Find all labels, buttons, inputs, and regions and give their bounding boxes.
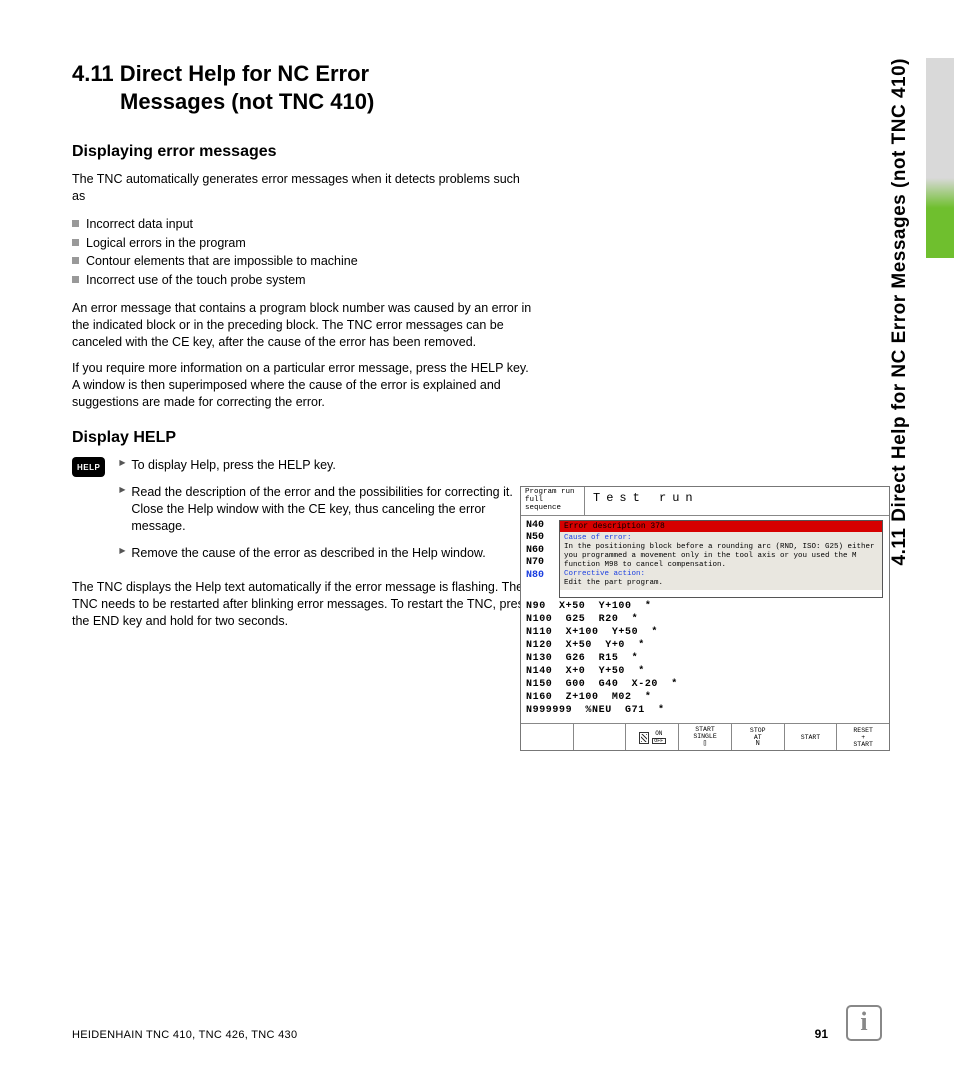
heading-num: 4.11 [72,61,114,86]
err-action-text: Edit the part program. [564,579,878,588]
section1-bullets: Incorrect data input Logical errors in t… [72,215,532,290]
softkey-stop-at: STOP AT N [732,724,785,750]
heading-line2: Messages (not TNC 410) [72,88,882,116]
tnc-program-listing: N90 X+50 Y+100 * N100 G25 R20 * N110 X+1… [521,600,889,723]
list-item: Remove the cause of the error as describ… [119,545,519,562]
tnc-mode-label: Program run full sequence [521,487,585,515]
info-icon: i [846,1005,882,1041]
page-footer: HEIDENHAIN TNC 410, TNC 426, TNC 430 91 … [72,1005,882,1041]
list-item: Read the description of the error and th… [119,484,519,535]
tnc-error-body: Cause of error: In the positioning block… [560,532,882,590]
softkey-label: STOP AT [750,727,766,741]
tnc-header: Program run full sequence Test run [521,487,889,516]
section1-para2: An error message that contains a program… [72,300,532,351]
list-item: Contour elements that are impossible to … [72,252,532,271]
tnc-screenshot: Program run full sequence Test run N40 N… [520,486,890,751]
footer-product: HEIDENHAIN TNC 410, TNC 426, TNC 430 [72,1029,297,1041]
side-tab-heading: 4.11 Direct Help for NC Error Messages (… [889,58,911,565]
line-num: N60 [526,545,559,558]
tnc-title: Test run [585,487,707,515]
line-num: N80 [526,570,559,583]
section1-intro: The TNC automatically generates error me… [72,171,532,205]
heading-line1: Direct Help for NC Error [120,61,369,86]
tnc-line-numbers: N40 N50 N60 N70 N80 [521,518,559,600]
section1-para3: If you require more information on a par… [72,360,532,411]
softkey-reset-start: RESET + START [837,724,889,750]
softkey-display-toggle: ON OFF [626,724,679,750]
softkey-blank [521,724,574,750]
help-steps: To display Help, press the HELP key. Rea… [119,457,519,571]
help-key-icon: HELP [72,457,105,477]
tnc-error-title: Error description 378 [560,521,882,532]
section2-para: The TNC displays the Help text automatic… [72,579,532,630]
list-item: To display Help, press the HELP key. [119,457,519,474]
softkey-blank [574,724,627,750]
line-num: N70 [526,557,559,570]
page-title: 4.11 Direct Help for NC Error Messages (… [72,60,882,115]
toggle-on: ON [652,731,666,738]
page-number: 91 [815,1027,828,1041]
tnc-error-window: Error description 378 Cause of error: In… [559,520,883,598]
display-icon [639,732,649,744]
softkey-start-single: START SINGLE ▯ [679,724,732,750]
list-item: Incorrect data input [72,215,532,234]
list-item: Incorrect use of the touch probe system [72,271,532,290]
tnc-softkey-row: ON OFF START SINGLE ▯ STOP AT N START RE… [521,723,889,750]
side-accent-bar [926,58,954,258]
err-action-label: Corrective action: [564,570,878,579]
softkey-start: START [785,724,838,750]
list-item: Logical errors in the program [72,234,532,253]
toggle-off: OFF [652,738,666,744]
line-num: N40 [526,520,559,533]
line-num: N50 [526,532,559,545]
section1-title: Displaying error messages [72,143,882,161]
softkey-label: START SINGLE [693,726,716,740]
err-cause-text: In the positioning block before a roundi… [564,543,878,570]
section2-title: Display HELP [72,429,882,447]
err-cause-label: Cause of error: [564,534,878,543]
